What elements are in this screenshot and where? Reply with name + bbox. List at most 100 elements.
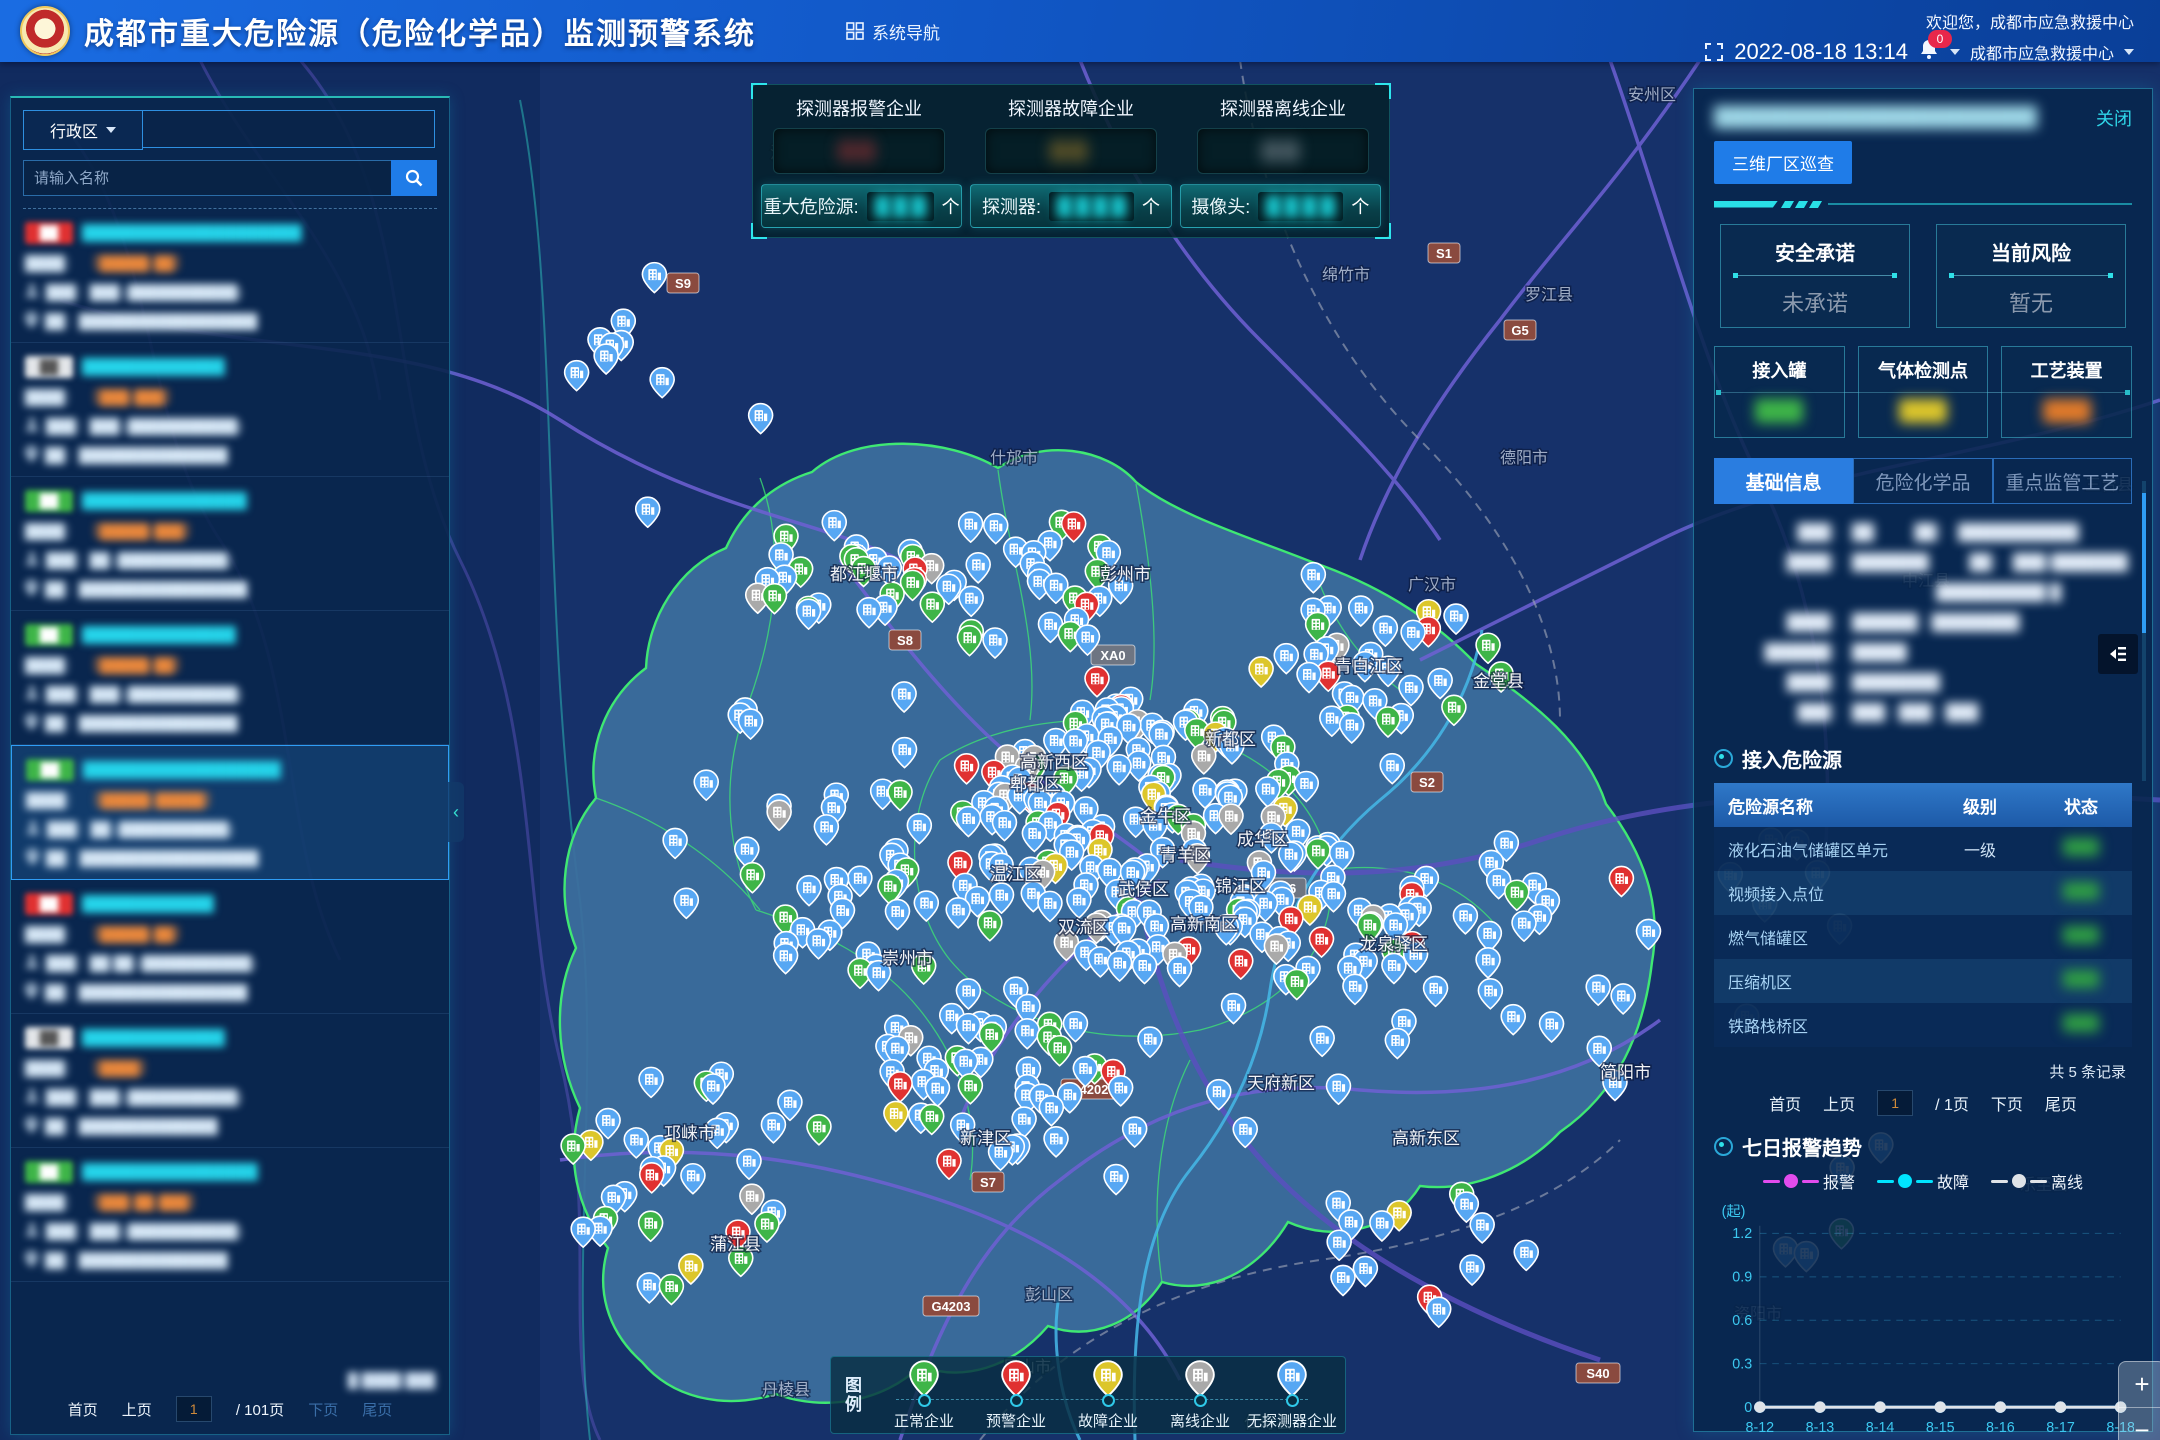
pagination-first-button[interactable]: 首页 [1769,1091,1801,1115]
close-button[interactable]: 关闭 [2096,105,2132,131]
road-shield: S1 [1428,243,1460,263]
industry-row: ████：【█████-██】 [25,924,435,944]
search-input[interactable] [23,160,391,196]
company-card[interactable]: ███████████████████：【███-███】███：███ (██… [11,343,449,477]
region-filter-dropdown[interactable]: 行政区 [23,110,143,150]
company-card[interactable]: ██████████████████████████：【█████-██】███… [11,209,449,343]
legend-ring [1010,1394,1023,1407]
table-row[interactable]: 燃气储罐区 [1714,915,2132,959]
company-name: ████████████ [82,895,214,913]
blurred-digits [1049,192,1134,221]
location-pin-icon [25,312,38,328]
table-row[interactable]: 视频接入点位 [1714,871,2132,915]
map-label: 彭山区 [1025,1286,1073,1304]
detector-stat-column: 探测器离线企业88 [1197,95,1369,174]
pagination-last-button[interactable]: 尾页 [2045,1091,2077,1115]
legend-title: 图例 [845,1376,862,1414]
sidebar-collapse-toggle[interactable]: ‹ [448,782,464,842]
legend-entry[interactable]: 故障 [1877,1169,1969,1193]
tab-重点监管工艺[interactable]: 重点监管工艺 [1993,458,2132,504]
legend-ring [1194,1394,1207,1407]
map-label: 崇州市 [882,949,933,968]
legend-entry[interactable]: 离线 [1991,1169,2083,1193]
fullscreen-icon[interactable] [1704,42,1724,62]
tab-危险化学品[interactable]: 危险化学品 [1853,458,1992,504]
road-shield: S8 [889,630,921,650]
notification-bell[interactable]: 0 [1918,38,1940,65]
table-row[interactable]: 压缩机区 [1714,959,2132,1003]
svg-text:S7: S7 [980,1175,996,1190]
info-row: ██████：█████ [1714,638,2132,668]
person-icon [25,954,39,969]
industry-row: ████：【█████-██】 [25,253,435,273]
company-card[interactable]: ████████████████████████：【█████-█████】██… [11,745,449,880]
info-row: ███：███ · ███ · ███ [1714,698,2132,728]
company-name: ██████████████ [82,626,236,644]
company-card[interactable]: █████████████████████：【█████-███】███：██ … [11,477,449,611]
safety-commitment-value: 未承诺 [1721,286,1909,318]
company-card[interactable]: ██████████████████████：【███·██-███】███：█… [11,1148,449,1282]
location-pin-icon [26,849,39,865]
address-row: ██：█████████████████ [25,982,435,1002]
pagination-prev-button[interactable]: 上页 [122,1399,152,1420]
current-risk-value: 暂无 [1937,286,2125,318]
pagination-next-button[interactable]: 下页 [308,1399,338,1420]
region-value-input[interactable] [143,110,435,148]
pagination-next-button[interactable]: 下页 [1991,1091,2023,1115]
company-name: ████████████████ [82,1163,258,1181]
safety-commitment-card: 安全承诺 未承诺 [1720,224,1910,328]
map-label: 绵竹市 [1322,266,1370,284]
table-row[interactable]: 液化石油气储罐区单元一级 [1714,827,2132,871]
road-shield: S2 [1411,772,1443,792]
person-icon [26,820,40,835]
led-counter: 88 [1197,128,1369,174]
road-shield: G5 [1504,320,1536,340]
pagination-first-button[interactable]: 首页 [68,1399,98,1420]
status-badge: ██ [25,893,73,915]
page-number-input[interactable]: 1 [176,1396,212,1422]
user-org-menu[interactable]: 成都市应急救援中心 [1970,40,2114,64]
collapse-panel-icon [2106,642,2130,666]
legend-pin-icon [1001,1360,1031,1397]
zoom-out-button[interactable]: − [2119,1408,2160,1440]
page-title: 成都市重大危险源（危险化学品）监测预警系统 [84,9,756,53]
search-button[interactable] [391,160,437,196]
svg-text:8-12: 8-12 [1746,1420,1775,1436]
address-row: ██：██████████████████ [25,311,435,331]
company-card[interactable]: ████████████████████：【█████-██】███：███ (… [11,611,449,745]
person-icon [25,685,39,700]
location-pin-icon [25,714,38,730]
patrol-3d-button[interactable]: 三维厂区巡查 [1714,141,1852,184]
map-label: 青白江区 [1335,657,1403,676]
industry-row: ████：【████】 [25,1058,435,1078]
contact-row: ███：██ (███████████) [25,550,435,570]
hazard-section-header: 接入危险源 [1714,744,2132,773]
chevron-down-icon [1950,49,1960,55]
panel-collapse-button[interactable] [2098,634,2138,674]
chevron-down-icon [2124,49,2134,55]
zoom-in-button[interactable]: + [2119,1362,2160,1408]
company-card[interactable]: ██████████████████：【█████-██】███：██ ██ (… [11,880,449,1014]
svg-text:0.3: 0.3 [1732,1356,1752,1372]
company-card[interactable]: ███████████████████：【████】███：███ (█████… [11,1014,449,1148]
table-row[interactable]: 铁路栈桥区 [1714,1003,2132,1047]
search-icon [404,168,424,188]
legend-pin-icon [1093,1360,1123,1397]
status-badge: ██ [25,222,73,244]
location-pin-icon [25,580,38,596]
legend-item: 预警企业 [970,1360,1062,1431]
tab-基础信息[interactable]: 基础信息 [1714,458,1853,504]
page-number-input[interactable]: 1 [1877,1090,1913,1116]
map-label: 新津区 [960,1129,1011,1148]
pagination-prev-button[interactable]: 上页 [1823,1091,1855,1115]
legend-entry[interactable]: 报警 [1763,1169,1855,1193]
company-name: █████████████ [82,1029,225,1047]
status-badge: ██ [25,490,73,512]
svg-text:XA0: XA0 [1100,648,1125,663]
pagination-last-button[interactable]: 尾页 [362,1399,392,1420]
svg-text:G4203: G4203 [931,1299,970,1314]
nav-system-menu[interactable]: 系统导航 [846,19,940,44]
panel-scrollbar-thumb[interactable] [2142,493,2146,633]
industry-row: ████：【█████-███】 [25,521,435,541]
info-row: ████：█████████：███-███████ [1714,548,2132,578]
